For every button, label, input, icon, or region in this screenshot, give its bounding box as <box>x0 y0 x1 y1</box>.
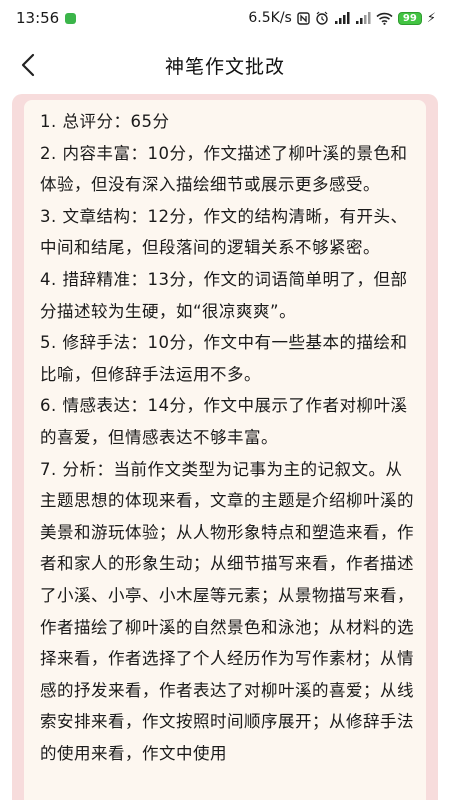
charging-icon: ⚡ <box>426 10 436 26</box>
nfc-icon <box>297 11 310 25</box>
status-bar: 13:56 6.5K/s 99 ⚡ <box>0 0 450 36</box>
review-item-total-score: 1. 总评分：65分 <box>40 112 170 131</box>
review-item-emotion: 6. 情感表达：14分，作文中展示了作者对柳叶溪的喜爱，但情感表达不够丰富。 <box>40 396 408 447</box>
review-item-content: 2. 内容丰富：10分，作文描述了柳叶溪的景色和体验，但没有深入描绘细节或展示更… <box>40 143 408 195</box>
battery-icon: 99 <box>397 11 422 25</box>
nav-bar: 神笔作文批改 <box>0 36 450 94</box>
app-notification-icon <box>65 12 77 24</box>
review-card: 1. 总评分：65分 2. 内容丰富：10分，作文描述了柳叶溪的景色和体验，但没… <box>12 94 438 800</box>
review-item-analysis: 7. 分析：当前作文类型为记事为主的记叙文。从主题思想的体现来看，文章的主题是介… <box>40 459 414 763</box>
alarm-icon <box>315 11 329 25</box>
signal-hd-icon <box>334 11 350 25</box>
back-button[interactable] <box>10 47 46 83</box>
chevron-left-icon <box>21 53 35 77</box>
page-title: 神笔作文批改 <box>164 55 285 78</box>
review-list: 1. 总评分：65分 2. 内容丰富：10分，作文描述了柳叶溪的景色和体验，但没… <box>40 106 414 769</box>
review-card-content[interactable]: 1. 总评分：65分 2. 内容丰富：10分，作文描述了柳叶溪的景色和体验，但没… <box>24 100 426 800</box>
status-left: 13:56 <box>16 9 77 27</box>
review-item-structure: 3. 文章结构：12分，作文的结构清晰，有开头、中间和结尾，但段落间的逻辑关系不… <box>40 206 408 258</box>
signal-hd-icon-2 <box>355 11 371 25</box>
review-item-wording: 4. 措辞精准：13分，作文的词语简单明了，但部分描述较为生硬，如“很凉爽爽”。 <box>40 269 408 321</box>
wifi-icon <box>376 12 393 25</box>
status-time: 13:56 <box>16 9 60 27</box>
status-right: 6.5K/s 99 ⚡ <box>248 10 436 26</box>
network-speed: 6.5K/s <box>248 10 292 26</box>
review-item-rhetoric: 5. 修辞手法：10分，作文中有一些基本的描绘和比喻，但修辞手法运用不多。 <box>40 333 408 384</box>
